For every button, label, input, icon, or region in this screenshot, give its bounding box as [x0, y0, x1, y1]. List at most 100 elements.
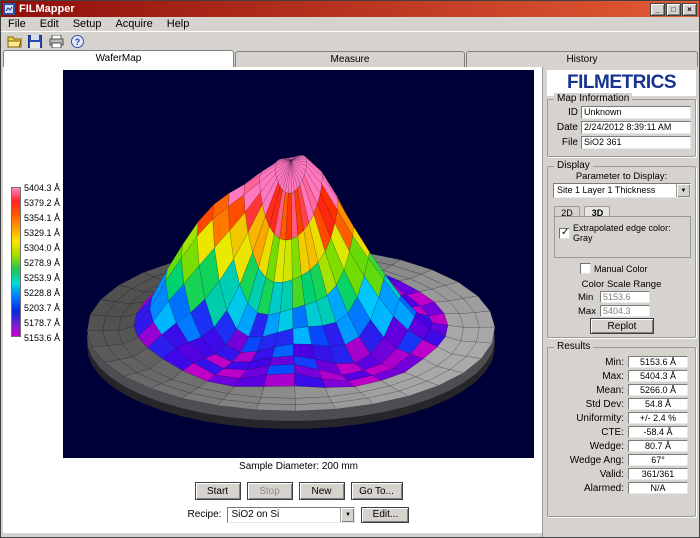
- color-scale-min-row: Min 5153.6: [578, 291, 650, 303]
- result-value: N/A: [628, 482, 688, 494]
- sample-diameter-caption: Sample Diameter: 200 mm: [63, 461, 534, 472]
- map-info-label: ID: [552, 107, 578, 118]
- plot-area[interactable]: [63, 70, 534, 458]
- side-panel: FILMETRICS Map Information IDUnknownDate…: [542, 67, 699, 538]
- map-info-rows: IDUnknownDate2/24/2012 8:39:11 AMFileSiO…: [552, 106, 691, 151]
- minimize-button[interactable]: _: [650, 3, 665, 16]
- window-controls: _ □ ×: [650, 3, 697, 16]
- colorbar-label: 5178.7 Å: [24, 318, 60, 328]
- result-label: Alarmed:: [550, 483, 624, 494]
- help-icon[interactable]: ?: [68, 33, 86, 50]
- filmetrics-logo-text: FILMETRICS: [567, 72, 676, 94]
- stop-button[interactable]: Stop: [247, 482, 293, 500]
- result-label: Uniformity:: [550, 413, 624, 424]
- map-info-value[interactable]: 2/24/2012 8:39:11 AM: [581, 121, 691, 134]
- view-tab-page: Extrapolated edge color: Gray: [554, 216, 691, 258]
- action-buttons: Start Stop New Go To...: [63, 482, 534, 500]
- colorbar-label: 5404.3 Å: [24, 183, 60, 193]
- menu-bar: FileEditSetupAcquireHelp: [1, 17, 699, 31]
- wafermap-page: 5404.3 Å5379.2 Å5354.1 Å5329.1 Å5304.0 Å…: [3, 67, 542, 533]
- result-label: Std Dev:: [550, 399, 624, 410]
- min-label: Min: [578, 292, 600, 303]
- checkbox-icon[interactable]: [580, 263, 591, 274]
- colorbar-label: 5379.2 Å: [24, 198, 60, 208]
- maximize-button[interactable]: □: [666, 3, 681, 16]
- save-icon[interactable]: [26, 33, 44, 50]
- map-info-row: FileSiO2 361: [552, 136, 691, 149]
- result-label: Valid:: [550, 469, 624, 480]
- result-value: -58.4 Å: [628, 426, 688, 438]
- result-label: CTE:: [550, 427, 624, 438]
- manual-color-checkbox[interactable]: Manual Color: [580, 263, 648, 274]
- new-button[interactable]: New: [299, 482, 345, 500]
- result-label: Min:: [550, 357, 624, 368]
- result-value: 5266.0 Å: [628, 384, 688, 396]
- result-row: Valid:361/361: [550, 468, 691, 480]
- tab-measure[interactable]: Measure: [235, 51, 465, 67]
- menu-acquire[interactable]: Acquire: [108, 17, 159, 31]
- tab-strip: WaferMap Measure History: [1, 50, 699, 67]
- print-icon[interactable]: [47, 33, 65, 50]
- wafer-3d-surface: [63, 70, 534, 458]
- result-value: +/- 2.4 %: [628, 412, 688, 424]
- color-scale-max-row: Max 5404.3: [578, 305, 650, 317]
- map-info-row: IDUnknown: [552, 106, 691, 119]
- map-info-label: File: [552, 137, 578, 148]
- open-icon[interactable]: [5, 33, 23, 50]
- chevron-down-icon[interactable]: ▼: [676, 184, 690, 197]
- extrapolated-edge-checkbox[interactable]: Extrapolated edge color: Gray: [559, 223, 690, 243]
- color-scale-range-title: Color Scale Range: [548, 279, 695, 290]
- extrapolated-edge-label: Extrapolated edge color: Gray: [573, 223, 690, 243]
- app-icon: [3, 3, 15, 15]
- tab-history[interactable]: History: [466, 51, 698, 67]
- map-info-row: Date2/24/2012 8:39:11 AM: [552, 121, 691, 134]
- min-field[interactable]: 5153.6: [600, 291, 650, 303]
- colorbar-label: 5278.9 Å: [24, 258, 60, 268]
- menu-file[interactable]: File: [1, 17, 33, 31]
- colorbar-label: 5253.9 Å: [24, 273, 60, 283]
- max-label: Max: [578, 306, 600, 317]
- result-label: Wedge:: [550, 441, 624, 452]
- map-info-value[interactable]: Unknown: [581, 106, 691, 119]
- result-row: Wedge Ang: 67°: [550, 454, 691, 466]
- checkbox-icon[interactable]: [559, 228, 570, 239]
- recipe-row: Recipe: SiO2 on Si ▼ Edit...: [63, 506, 534, 523]
- goto-button[interactable]: Go To...: [351, 482, 403, 500]
- start-button[interactable]: Start: [195, 482, 241, 500]
- result-value: 80.7 Å: [628, 440, 688, 452]
- colorbar-labels: 5404.3 Å5379.2 Å5354.1 Å5329.1 Å5304.0 Å…: [24, 187, 66, 339]
- menu-setup[interactable]: Setup: [66, 17, 109, 31]
- close-button[interactable]: ×: [682, 3, 697, 16]
- menu-help[interactable]: Help: [160, 17, 197, 31]
- chevron-down-icon[interactable]: ▼: [340, 508, 354, 522]
- colorbar-label: 5329.1 Å: [24, 228, 60, 238]
- toolbar: ?: [1, 31, 699, 50]
- results-title: Results: [554, 341, 593, 352]
- edit-recipe-button[interactable]: Edit...: [361, 507, 409, 523]
- result-row: CTE: -58.4 Å: [550, 426, 691, 438]
- parameter-value: Site 1 Layer 1 Thickness: [554, 184, 676, 197]
- result-row: Min: 5153.6 Å: [550, 356, 691, 368]
- map-info-label: Date: [552, 122, 578, 133]
- tab-wafermap[interactable]: WaferMap: [3, 50, 234, 67]
- recipe-label: Recipe:: [188, 509, 222, 520]
- recipe-select[interactable]: SiO2 on Si ▼: [227, 507, 355, 523]
- map-info-value[interactable]: SiO2 361: [581, 136, 691, 149]
- tab-measure-label: Measure: [331, 54, 370, 65]
- result-value: 67°: [628, 454, 688, 466]
- replot-button[interactable]: Replot: [590, 318, 654, 334]
- colorbar-label: 5354.1 Å: [24, 213, 60, 223]
- menu-edit[interactable]: Edit: [33, 17, 66, 31]
- result-value: 5153.6 Å: [628, 356, 688, 368]
- parameter-select[interactable]: Site 1 Layer 1 Thickness ▼: [553, 183, 691, 198]
- colorbar-label: 5153.6 Å: [24, 333, 60, 343]
- content-area: 5404.3 Å5379.2 Å5354.1 Å5329.1 Å5304.0 Å…: [1, 67, 700, 538]
- result-value: 54.8 Å: [628, 398, 688, 410]
- parameter-to-display-label: Parameter to Display:: [548, 171, 695, 182]
- result-row: Max:5404.3 Å: [550, 370, 691, 382]
- result-label: Wedge Ang:: [550, 455, 624, 466]
- max-field[interactable]: 5404.3: [600, 305, 650, 317]
- display-group: Display Parameter to Display: Site 1 Lay…: [547, 166, 696, 338]
- title-bar[interactable]: FILMapper _ □ ×: [1, 1, 699, 17]
- results-group: Results Min:5153.6 ÅMax:5404.3 ÅMean:526…: [547, 347, 696, 517]
